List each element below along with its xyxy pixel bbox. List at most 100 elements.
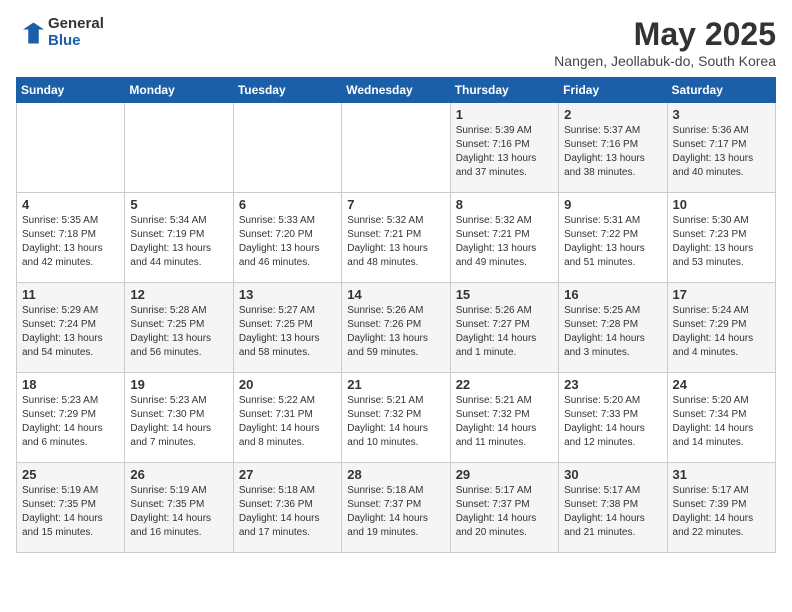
calendar-cell: 10 Sunrise: 5:30 AM Sunset: 7:23 PM Dayli… bbox=[667, 193, 775, 283]
page-header: General Blue May 2025 Nangen, Jeollabuk-… bbox=[16, 16, 776, 69]
day-number: 20 bbox=[239, 377, 336, 392]
day-info: Sunrise: 5:21 AM Sunset: 7:32 PM Dayligh… bbox=[347, 394, 444, 450]
day-info: Sunrise: 5:20 AM Sunset: 7:33 PM Dayligh… bbox=[564, 394, 661, 450]
day-info: Sunrise: 5:33 AM Sunset: 7:20 PM Dayligh… bbox=[239, 214, 336, 270]
day-info: Sunrise: 5:26 AM Sunset: 7:27 PM Dayligh… bbox=[456, 304, 553, 360]
calendar-cell: 11Sunrise: 5:29 AM Sunset: 7:24 PM Dayli… bbox=[17, 283, 125, 373]
day-number: 3 bbox=[673, 107, 770, 122]
calendar-cell: 26 Sunrise: 5:19 AM Sunset: 7:35 PM Dayli… bbox=[125, 463, 233, 553]
day-info: Sunrise: 5:32 AM Sunset: 7:21 PM Dayligh… bbox=[456, 214, 553, 270]
day-number: 12 bbox=[130, 287, 227, 302]
calendar-cell: 30 Sunrise: 5:17 AM Sunset: 7:38 PM Dayli… bbox=[559, 463, 667, 553]
day-info: Sunrise: 5:17 AM Sunset: 7:37 PM Dayligh… bbox=[456, 484, 553, 540]
day-number: 10 bbox=[673, 197, 770, 212]
calendar-cell: 21 Sunrise: 5:21 AM Sunset: 7:32 PM Dayli… bbox=[342, 373, 450, 463]
logo: General Blue bbox=[16, 16, 104, 49]
calendar-cell: 9 Sunrise: 5:31 AM Sunset: 7:22 PM Daylig… bbox=[559, 193, 667, 283]
header-row: Sunday Monday Tuesday Wednesday Thursday… bbox=[17, 78, 776, 103]
col-friday: Friday bbox=[559, 78, 667, 103]
day-info: Sunrise: 5:24 AM Sunset: 7:29 PM Dayligh… bbox=[673, 304, 770, 360]
calendar-cell bbox=[342, 103, 450, 193]
calendar-week-4: 18Sunrise: 5:23 AM Sunset: 7:29 PM Dayli… bbox=[17, 373, 776, 463]
calendar-table: Sunday Monday Tuesday Wednesday Thursday… bbox=[16, 77, 776, 553]
day-number: 4 bbox=[22, 197, 119, 212]
day-info: Sunrise: 5:19 AM Sunset: 7:35 PM Dayligh… bbox=[130, 484, 227, 540]
logo-text: General Blue bbox=[48, 16, 104, 49]
day-info: Sunrise: 5:17 AM Sunset: 7:38 PM Dayligh… bbox=[564, 484, 661, 540]
title-block: May 2025 Nangen, Jeollabuk-do, South Kor… bbox=[554, 16, 776, 69]
logo-general: General bbox=[48, 16, 104, 33]
day-number: 28 bbox=[347, 467, 444, 482]
day-number: 21 bbox=[347, 377, 444, 392]
calendar-cell: 14 Sunrise: 5:26 AM Sunset: 7:26 PM Dayli… bbox=[342, 283, 450, 373]
day-info: Sunrise: 5:37 AM Sunset: 7:16 PM Dayligh… bbox=[564, 124, 661, 180]
logo-icon bbox=[16, 19, 44, 47]
day-number: 15 bbox=[456, 287, 553, 302]
day-info: Sunrise: 5:34 AM Sunset: 7:19 PM Dayligh… bbox=[130, 214, 227, 270]
calendar-cell: 28 Sunrise: 5:18 AM Sunset: 7:37 PM Dayli… bbox=[342, 463, 450, 553]
calendar-week-5: 25Sunrise: 5:19 AM Sunset: 7:35 PM Dayli… bbox=[17, 463, 776, 553]
day-info: Sunrise: 5:26 AM Sunset: 7:26 PM Dayligh… bbox=[347, 304, 444, 360]
day-number: 27 bbox=[239, 467, 336, 482]
day-info: Sunrise: 5:20 AM Sunset: 7:34 PM Dayligh… bbox=[673, 394, 770, 450]
logo-blue: Blue bbox=[48, 33, 104, 50]
calendar-cell: 25Sunrise: 5:19 AM Sunset: 7:35 PM Dayli… bbox=[17, 463, 125, 553]
calendar-cell: 5Sunrise: 5:34 AM Sunset: 7:19 PM Daylig… bbox=[125, 193, 233, 283]
day-info: Sunrise: 5:39 AM Sunset: 7:16 PM Dayligh… bbox=[456, 124, 553, 180]
day-info: Sunrise: 5:25 AM Sunset: 7:28 PM Dayligh… bbox=[564, 304, 661, 360]
day-number: 23 bbox=[564, 377, 661, 392]
calendar-cell: 4Sunrise: 5:35 AM Sunset: 7:18 PM Daylig… bbox=[17, 193, 125, 283]
col-monday: Monday bbox=[125, 78, 233, 103]
day-info: Sunrise: 5:19 AM Sunset: 7:35 PM Dayligh… bbox=[22, 484, 119, 540]
calendar-week-2: 4Sunrise: 5:35 AM Sunset: 7:18 PM Daylig… bbox=[17, 193, 776, 283]
day-number: 14 bbox=[347, 287, 444, 302]
day-info: Sunrise: 5:31 AM Sunset: 7:22 PM Dayligh… bbox=[564, 214, 661, 270]
calendar-cell: 15 Sunrise: 5:26 AM Sunset: 7:27 PM Dayli… bbox=[450, 283, 558, 373]
day-number: 17 bbox=[673, 287, 770, 302]
calendar-cell: 6Sunrise: 5:33 AM Sunset: 7:20 PM Daylig… bbox=[233, 193, 341, 283]
calendar-cell: 22Sunrise: 5:21 AM Sunset: 7:32 PM Dayli… bbox=[450, 373, 558, 463]
day-number: 30 bbox=[564, 467, 661, 482]
day-number: 13 bbox=[239, 287, 336, 302]
calendar-cell: 20 Sunrise: 5:22 AM Sunset: 7:31 PM Dayli… bbox=[233, 373, 341, 463]
day-number: 11 bbox=[22, 287, 119, 302]
col-thursday: Thursday bbox=[450, 78, 558, 103]
calendar-cell: 12Sunrise: 5:28 AM Sunset: 7:25 PM Dayli… bbox=[125, 283, 233, 373]
day-info: Sunrise: 5:27 AM Sunset: 7:25 PM Dayligh… bbox=[239, 304, 336, 360]
calendar-cell: 7Sunrise: 5:32 AM Sunset: 7:21 PM Daylig… bbox=[342, 193, 450, 283]
day-info: Sunrise: 5:36 AM Sunset: 7:17 PM Dayligh… bbox=[673, 124, 770, 180]
col-sunday: Sunday bbox=[17, 78, 125, 103]
day-number: 9 bbox=[564, 197, 661, 212]
calendar-cell: 29 Sunrise: 5:17 AM Sunset: 7:37 PM Dayli… bbox=[450, 463, 558, 553]
calendar-cell bbox=[125, 103, 233, 193]
day-number: 7 bbox=[347, 197, 444, 212]
col-tuesday: Tuesday bbox=[233, 78, 341, 103]
day-number: 1 bbox=[456, 107, 553, 122]
day-number: 2 bbox=[564, 107, 661, 122]
calendar-cell: 17 Sunrise: 5:24 AM Sunset: 7:29 PM Dayli… bbox=[667, 283, 775, 373]
calendar-cell bbox=[17, 103, 125, 193]
day-info: Sunrise: 5:23 AM Sunset: 7:30 PM Dayligh… bbox=[130, 394, 227, 450]
calendar-cell: 31Sunrise: 5:17 AM Sunset: 7:39 PM Dayli… bbox=[667, 463, 775, 553]
calendar-cell: 2 Sunrise: 5:37 AM Sunset: 7:16 PM Daylig… bbox=[559, 103, 667, 193]
day-info: Sunrise: 5:22 AM Sunset: 7:31 PM Dayligh… bbox=[239, 394, 336, 450]
day-number: 29 bbox=[456, 467, 553, 482]
calendar-subtitle: Nangen, Jeollabuk-do, South Korea bbox=[554, 53, 776, 69]
day-number: 16 bbox=[564, 287, 661, 302]
calendar-cell: 8Sunrise: 5:32 AM Sunset: 7:21 PM Daylig… bbox=[450, 193, 558, 283]
day-info: Sunrise: 5:17 AM Sunset: 7:39 PM Dayligh… bbox=[673, 484, 770, 540]
col-saturday: Saturday bbox=[667, 78, 775, 103]
calendar-title: May 2025 bbox=[554, 16, 776, 53]
day-number: 26 bbox=[130, 467, 227, 482]
day-info: Sunrise: 5:23 AM Sunset: 7:29 PM Dayligh… bbox=[22, 394, 119, 450]
day-info: Sunrise: 5:18 AM Sunset: 7:37 PM Dayligh… bbox=[347, 484, 444, 540]
calendar-week-3: 11Sunrise: 5:29 AM Sunset: 7:24 PM Dayli… bbox=[17, 283, 776, 373]
calendar-cell: 24Sunrise: 5:20 AM Sunset: 7:34 PM Dayli… bbox=[667, 373, 775, 463]
day-info: Sunrise: 5:21 AM Sunset: 7:32 PM Dayligh… bbox=[456, 394, 553, 450]
day-number: 19 bbox=[130, 377, 227, 392]
calendar-cell: 16 Sunrise: 5:25 AM Sunset: 7:28 PM Dayli… bbox=[559, 283, 667, 373]
day-info: Sunrise: 5:30 AM Sunset: 7:23 PM Dayligh… bbox=[673, 214, 770, 270]
calendar-cell: 3 Sunrise: 5:36 AM Sunset: 7:17 PM Daylig… bbox=[667, 103, 775, 193]
day-info: Sunrise: 5:18 AM Sunset: 7:36 PM Dayligh… bbox=[239, 484, 336, 540]
calendar-cell: 23 Sunrise: 5:20 AM Sunset: 7:33 PM Dayli… bbox=[559, 373, 667, 463]
